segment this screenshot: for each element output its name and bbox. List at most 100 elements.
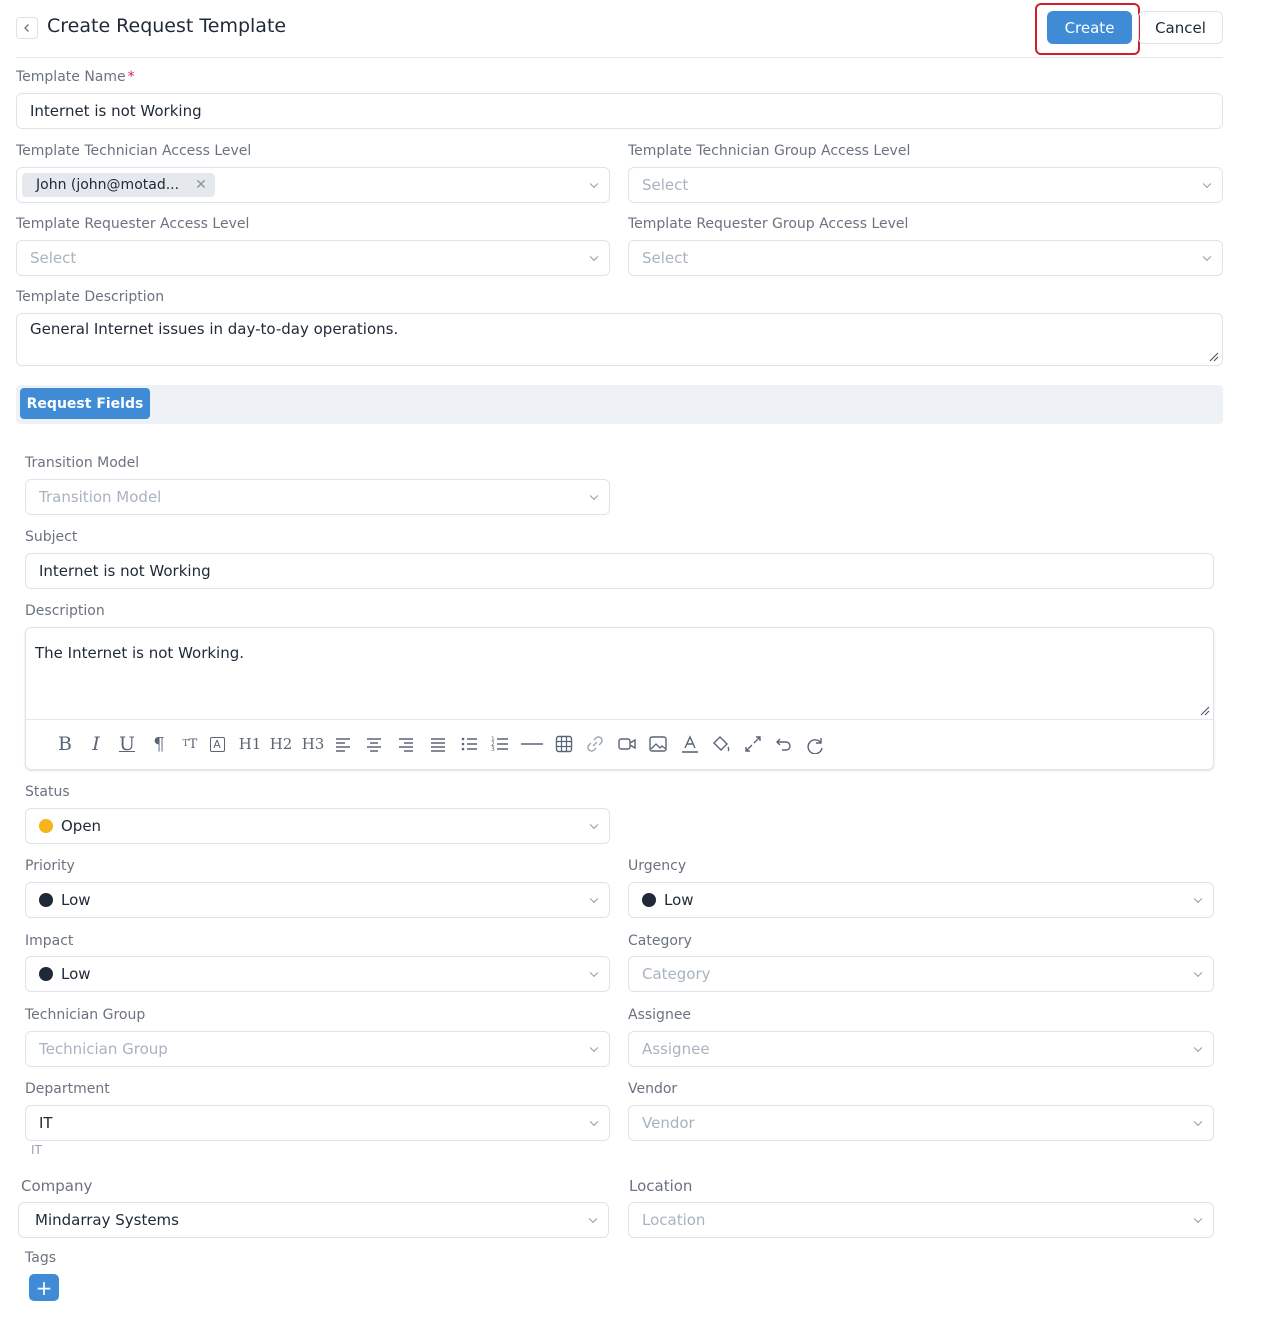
template-name-input[interactable]: Internet is not Working — [16, 93, 1223, 129]
align-left-icon[interactable] — [332, 733, 354, 755]
technician-group-select[interactable]: Technician Group — [25, 1031, 610, 1067]
link-icon[interactable] — [584, 733, 606, 755]
font-size-icon[interactable]: TT — [179, 733, 201, 755]
tech-access-select[interactable]: John (john@motad... ✕ — [16, 167, 610, 203]
header-divider — [16, 57, 1223, 58]
tech-group-access-label: Template Technician Group Access Level — [628, 143, 911, 159]
vendor-label: Vendor — [628, 1081, 678, 1097]
numbered-list-icon[interactable]: 123 — [489, 733, 511, 755]
cancel-button[interactable]: Cancel — [1138, 11, 1223, 44]
transition-model-select[interactable]: Transition Model — [25, 479, 610, 515]
chevron-down-icon — [589, 968, 599, 978]
urgency-select[interactable]: Low — [628, 882, 1214, 918]
editor-toolbar-divider — [26, 719, 1213, 720]
paragraph-icon[interactable]: ¶ — [148, 733, 170, 755]
horizontal-rule-icon[interactable] — [520, 733, 544, 755]
heading-3-icon[interactable]: H3 — [300, 733, 326, 755]
technician-group-label: Technician Group — [25, 1007, 146, 1023]
underline-icon[interactable]: U — [116, 733, 138, 755]
requester-group-access-select[interactable]: Select — [628, 240, 1223, 276]
description-textarea[interactable]: The Internet is not Working. — [35, 644, 244, 662]
description-label: Description — [25, 603, 105, 619]
chevron-down-icon — [589, 1117, 599, 1127]
redo-icon[interactable] — [804, 733, 826, 755]
text-color-icon[interactable] — [679, 733, 701, 755]
department-select[interactable]: IT — [25, 1105, 610, 1141]
template-description-label: Template Description — [16, 289, 165, 305]
tab-request-fields[interactable]: Request Fields — [20, 388, 150, 419]
chevron-down-icon — [589, 1043, 599, 1053]
bold-icon[interactable]: B — [54, 733, 76, 755]
align-center-icon[interactable] — [363, 733, 385, 755]
assignee-label: Assignee — [628, 1007, 692, 1023]
requester-access-select[interactable]: Select — [16, 240, 610, 276]
chevron-down-icon — [1193, 1043, 1203, 1053]
heading-2-icon[interactable]: H2 — [268, 733, 294, 755]
template-name-label: Template Name * — [16, 69, 135, 85]
create-button[interactable]: Create — [1047, 11, 1132, 44]
transition-model-label: Transition Model — [25, 455, 140, 471]
priority-dot — [39, 893, 53, 907]
plus-icon: + — [35, 1275, 53, 1300]
text-box-icon[interactable]: A — [206, 733, 228, 755]
chip-remove-icon[interactable]: ✕ — [195, 177, 207, 193]
urgency-label: Urgency — [628, 858, 687, 874]
tags-label: Tags — [25, 1250, 56, 1266]
location-label: Location — [629, 1177, 693, 1195]
requester-group-access-label: Template Requester Group Access Level — [628, 216, 909, 232]
page-title: Create Request Template — [47, 15, 287, 37]
tab-bar — [16, 385, 1223, 424]
svg-text:3: 3 — [491, 746, 495, 753]
bullet-list-icon[interactable] — [458, 733, 480, 755]
chevron-down-icon — [589, 252, 599, 262]
chevron-down-icon — [1202, 179, 1212, 189]
subject-label: Subject — [25, 529, 78, 545]
italic-icon[interactable]: I — [85, 733, 107, 755]
heading-1-icon[interactable]: H1 — [237, 733, 263, 755]
chevron-left-icon — [24, 24, 29, 32]
subject-input[interactable]: Internet is not Working — [25, 553, 1214, 589]
back-button[interactable] — [16, 17, 38, 39]
add-tag-button[interactable]: + — [29, 1274, 59, 1301]
chevron-down-icon — [589, 491, 599, 501]
priority-label: Priority — [25, 858, 75, 874]
vendor-select[interactable]: Vendor — [628, 1105, 1214, 1141]
chevron-down-icon — [588, 1214, 598, 1224]
impact-dot — [39, 967, 53, 981]
company-select[interactable]: Mindarray Systems — [18, 1202, 609, 1238]
table-icon[interactable] — [553, 733, 575, 755]
category-label: Category — [628, 933, 692, 949]
chevron-down-icon — [1202, 252, 1212, 262]
tech-access-label: Template Technician Access Level — [16, 143, 252, 159]
department-hint: IT — [31, 1143, 42, 1157]
urgency-dot — [642, 893, 656, 907]
align-right-icon[interactable] — [395, 733, 417, 755]
status-select[interactable]: Open — [25, 808, 610, 844]
resize-handle-icon[interactable] — [1200, 706, 1210, 716]
fill-color-icon[interactable] — [710, 733, 732, 755]
requester-access-label: Template Requester Access Level — [16, 216, 250, 232]
department-label: Department — [25, 1081, 110, 1097]
status-dot — [39, 819, 53, 833]
selected-chip: John (john@motad... ✕ — [22, 173, 215, 197]
chevron-down-icon — [589, 179, 599, 189]
image-icon[interactable] — [647, 733, 669, 755]
align-justify-icon[interactable] — [427, 733, 449, 755]
assignee-select[interactable]: Assignee — [628, 1031, 1214, 1067]
resize-handle-icon[interactable] — [1209, 352, 1219, 362]
impact-label: Impact — [25, 933, 74, 949]
expand-icon[interactable] — [742, 733, 764, 755]
location-select[interactable]: Location — [628, 1202, 1214, 1238]
video-icon[interactable] — [616, 733, 638, 755]
category-select[interactable]: Category — [628, 956, 1214, 992]
tech-group-access-select[interactable]: Select — [628, 167, 1223, 203]
chevron-down-icon — [1193, 968, 1203, 978]
template-description-textarea[interactable]: General Internet issues in day-to-day op… — [16, 313, 1223, 366]
company-label: Company — [21, 1177, 93, 1195]
chevron-down-icon — [589, 820, 599, 830]
chevron-down-icon — [1193, 894, 1203, 904]
chevron-down-icon — [1193, 1214, 1203, 1224]
priority-select[interactable]: Low — [25, 882, 610, 918]
undo-icon[interactable] — [773, 733, 795, 755]
impact-select[interactable]: Low — [25, 956, 610, 992]
